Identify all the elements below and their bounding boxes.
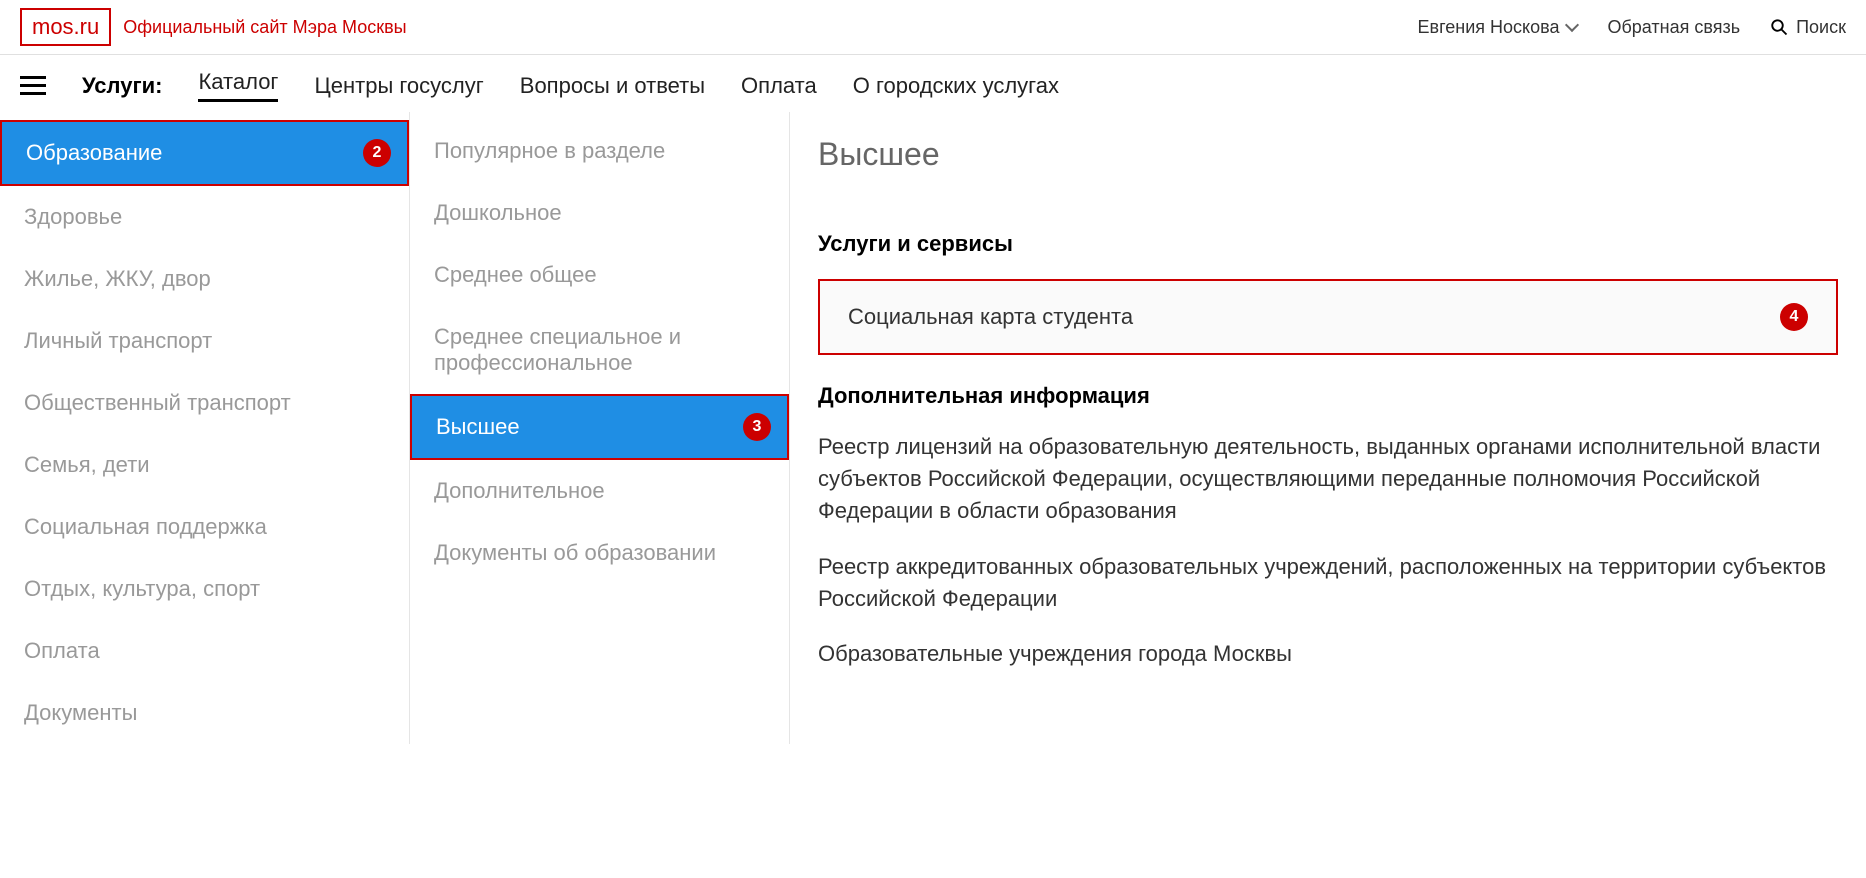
search-icon bbox=[1770, 18, 1788, 36]
content-area: Образование 2 Здоровье Жилье, ЖКУ, двор … bbox=[0, 112, 1866, 744]
search-label: Поиск bbox=[1796, 17, 1846, 38]
nav-item-payment[interactable]: Оплата bbox=[741, 73, 817, 99]
user-menu[interactable]: Евгения Носкова bbox=[1418, 17, 1578, 38]
category-payment[interactable]: Оплата bbox=[0, 620, 409, 682]
logo[interactable]: mos.ru bbox=[20, 8, 111, 46]
detail-title: Высшее bbox=[818, 136, 1838, 173]
nav-item-about[interactable]: О городских услугах bbox=[853, 73, 1059, 99]
service-student-card[interactable]: Социальная карта студента 4 bbox=[818, 279, 1838, 355]
category-personal-transport[interactable]: Личный транспорт bbox=[0, 310, 409, 372]
subcategory-higher[interactable]: Высшее 3 bbox=[410, 394, 789, 460]
category-documents[interactable]: Документы bbox=[0, 682, 409, 744]
subcategory-secondary[interactable]: Среднее общее bbox=[410, 244, 789, 306]
info-link-moscow-edu[interactable]: Образовательные учреждения города Москвы bbox=[818, 638, 1838, 670]
subcategory-preschool[interactable]: Дошкольное bbox=[410, 182, 789, 244]
feedback-link[interactable]: Обратная связь bbox=[1607, 17, 1740, 38]
nav-label: Услуги: bbox=[82, 73, 162, 99]
category-family[interactable]: Семья, дети bbox=[0, 434, 409, 496]
annotation-badge-2: 2 bbox=[363, 139, 391, 167]
search-button[interactable]: Поиск bbox=[1770, 17, 1846, 38]
annotation-badge-4: 4 bbox=[1780, 303, 1808, 331]
category-social-support[interactable]: Социальная поддержка bbox=[0, 496, 409, 558]
site-tagline: Официальный сайт Мэра Москвы bbox=[123, 17, 406, 38]
subcategory-edu-docs[interactable]: Документы об образовании bbox=[410, 522, 789, 584]
service-card-label: Социальная карта студента bbox=[848, 304, 1133, 330]
subcategory-popular[interactable]: Популярное в разделе bbox=[410, 120, 789, 182]
annotation-badge-3: 3 bbox=[743, 413, 771, 441]
nav-item-qa[interactable]: Вопросы и ответы bbox=[520, 73, 705, 99]
category-public-transport[interactable]: Общественный транспорт bbox=[0, 372, 409, 434]
services-heading: Услуги и сервисы bbox=[818, 231, 1838, 257]
additional-info-heading: Дополнительная информация bbox=[818, 383, 1838, 409]
info-link-accredited[interactable]: Реестр аккредитованных образовательных у… bbox=[818, 551, 1838, 615]
category-education[interactable]: Образование 2 bbox=[0, 120, 409, 186]
nav-item-catalog[interactable]: Каталог bbox=[198, 69, 278, 102]
subcategory-additional[interactable]: Дополнительное bbox=[410, 460, 789, 522]
category-leisure[interactable]: Отдых, культура, спорт bbox=[0, 558, 409, 620]
hamburger-menu[interactable] bbox=[20, 76, 46, 95]
detail-column: Высшее Услуги и сервисы Социальная карта… bbox=[790, 112, 1866, 744]
category-housing[interactable]: Жилье, ЖКУ, двор bbox=[0, 248, 409, 310]
username-label: Евгения Носкова bbox=[1418, 17, 1560, 38]
nav-item-centers[interactable]: Центры госуслуг bbox=[314, 73, 483, 99]
subcategory-label: Высшее bbox=[436, 414, 520, 439]
main-nav: Услуги: Каталог Центры госуслуг Вопросы … bbox=[0, 55, 1866, 112]
category-health[interactable]: Здоровье bbox=[0, 186, 409, 248]
chevron-down-icon bbox=[1565, 18, 1579, 32]
category-label: Образование bbox=[26, 140, 162, 165]
subcategory-vocational[interactable]: Среднее специальное и профессиональное bbox=[410, 306, 789, 394]
subcategory-column: Популярное в разделе Дошкольное Среднее … bbox=[410, 112, 790, 744]
category-column: Образование 2 Здоровье Жилье, ЖКУ, двор … bbox=[0, 112, 410, 744]
info-link-licenses[interactable]: Реестр лицензий на образовательную деяте… bbox=[818, 431, 1838, 527]
header: mos.ru Официальный сайт Мэра Москвы Евге… bbox=[0, 0, 1866, 55]
